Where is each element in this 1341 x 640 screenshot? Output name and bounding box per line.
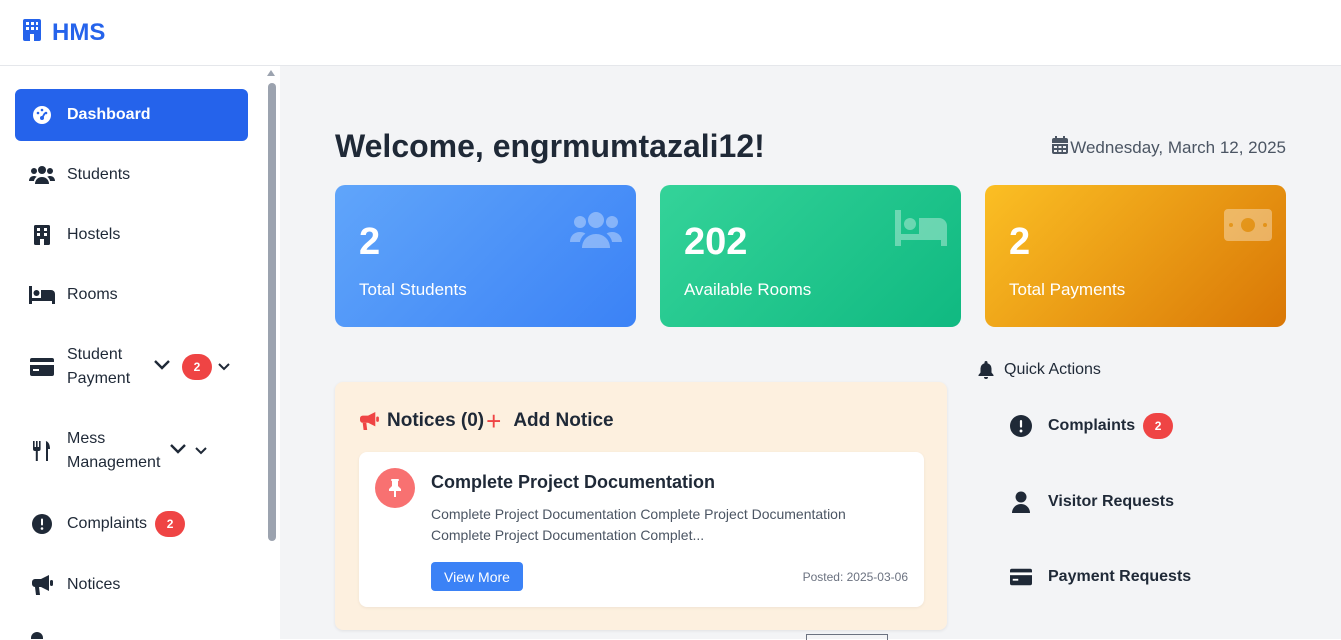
money-bill-icon [1224,209,1272,246]
brand-name: HMS [52,18,106,46]
sidebar-item-complaints[interactable]: Complaints 2 [15,498,248,550]
notice-posted-date: Posted: 2025-03-06 [802,570,908,584]
stat-card-total-students[interactable]: 2 Total Students [335,185,636,327]
notice-body: Complete Project Documentation Complete … [431,506,846,543]
chevron-down-icon[interactable] [195,442,207,460]
user-icon [1010,491,1032,513]
user-icon [31,632,43,639]
page-title: Welcome, engrmumtazali12! [335,128,765,164]
credit-card-icon [1010,568,1032,586]
sidebar-item-student-payment[interactable]: Student Payment 2 [15,341,248,393]
bed-icon [895,209,947,252]
stat-label: Total Students [359,280,467,299]
quick-action-complaints[interactable]: Complaints 2 [1010,413,1174,439]
partial-element [806,634,888,640]
stat-value: 2 [359,221,381,263]
top-bar: HMS [0,0,1341,66]
pin-icon [375,468,415,508]
notices-header: Notices (0) + Add Notice [359,406,614,436]
notice-card: Complete Project Documentation Complete … [359,452,924,607]
sidebar-item-notices[interactable]: Notices [15,559,248,611]
sidebar-item-students[interactable]: Students [15,149,248,201]
scrollbar-thumb[interactable] [268,83,276,541]
exclamation-circle-icon [29,514,55,534]
stat-card-total-payments[interactable]: 2 Total Payments [985,185,1286,327]
notices-section: Notices (0) + Add Notice Complete Projec… [335,382,947,630]
plus-icon: + [486,406,502,436]
stat-card-available-rooms[interactable]: 202 Available Rooms [660,185,961,327]
chevron-down-icon[interactable] [153,358,171,376]
current-date: Wednesday, March 12, 2025 [1052,136,1286,159]
bell-icon [978,361,994,379]
scroll-up-arrow-icon[interactable] [267,70,275,76]
sidebar: Dashboard Students Hostels Rooms Student… [0,66,265,639]
quick-actions-title: Quick Actions [978,361,1101,379]
status-badge: 2 [155,511,186,537]
stat-value: 202 [684,221,748,263]
utensils-icon [29,441,55,461]
gauge-icon [29,105,55,125]
users-icon [570,209,622,256]
megaphone-icon [359,412,379,430]
calendar-icon [1052,136,1069,159]
sidebar-item-dashboard[interactable]: Dashboard [15,89,248,141]
stat-label: Available Rooms [684,280,812,299]
stat-label: Total Payments [1009,280,1126,299]
quick-action-visitor-requests[interactable]: Visitor Requests [1010,491,1174,513]
bed-icon [29,286,55,304]
exclamation-circle-icon [1010,415,1032,437]
quick-action-payment-requests[interactable]: Payment Requests [1010,568,1191,586]
chevron-down-icon[interactable] [218,358,230,376]
status-badge: 2 [182,354,212,380]
sidebar-item-mess-management[interactable]: Mess Management [15,425,248,477]
building-icon [22,18,42,47]
building-icon [29,225,55,245]
stat-value: 2 [1009,221,1031,263]
credit-card-icon [29,358,55,376]
notices-title: Notices (0) [387,410,485,431]
megaphone-icon [29,575,55,595]
add-notice-button[interactable]: + Add Notice [486,406,613,436]
notice-title: Complete Project Documentation [431,472,716,492]
users-icon [29,165,55,185]
chevron-down-icon[interactable] [169,442,187,460]
view-more-button[interactable]: View More [431,562,523,591]
sidebar-item-hostels[interactable]: Hostels [15,209,248,261]
status-badge: 2 [1143,413,1174,439]
sidebar-item-rooms[interactable]: Rooms [15,269,248,321]
brand[interactable]: HMS [22,18,105,47]
